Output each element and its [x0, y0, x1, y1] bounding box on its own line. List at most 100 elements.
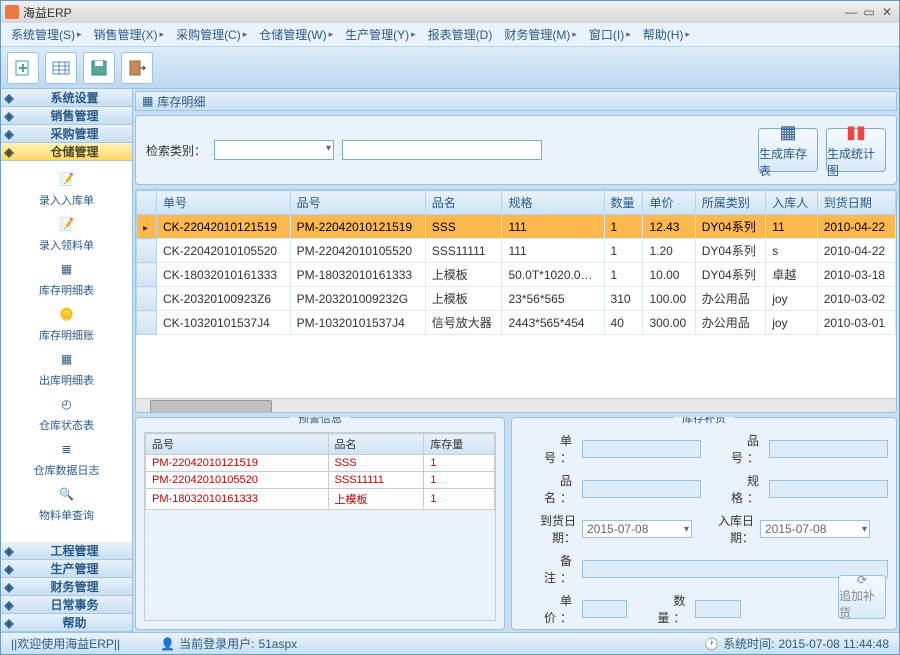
sidebar-header-财务管理[interactable]: ◈财务管理: [1, 578, 132, 596]
table-row[interactable]: CK-10320101537J4PM-10320101537J4信号放大器244…: [137, 311, 896, 335]
sidebar-header-销售管理[interactable]: ◈销售管理: [1, 107, 132, 125]
beizhu-label: 备 注：: [520, 552, 576, 586]
menu-item-7[interactable]: 窗口(I)▸: [583, 26, 637, 43]
sidebar-item-仓库数据日志[interactable]: ≣仓库数据日志: [34, 437, 100, 478]
table-row[interactable]: CK-20320100923Z6PM-203201009232G上模板23*56…: [137, 287, 896, 311]
sidebar-header-生产管理[interactable]: ◈生产管理: [1, 560, 132, 578]
menu-item-0[interactable]: 系统管理(S)▸: [5, 26, 88, 43]
search-text-input[interactable]: [342, 140, 542, 160]
main-panel: ▦ 库存明细 检索类别： ▦ 生成库存表 ▮▮ 生成统计图 单号品号品名规格数量…: [133, 89, 899, 632]
daohuo-label: 到货日期：: [520, 512, 576, 546]
price-input[interactable]: [582, 600, 627, 618]
sidebar-item-仓库状态表[interactable]: ◴仓库状态表: [39, 392, 94, 433]
table-row[interactable]: CK-22042010105520PM-22042010105520SSS111…: [137, 239, 896, 263]
menu-item-1[interactable]: 销售管理(X)▸: [88, 26, 171, 43]
status-bar: ||欢迎使用海益ERP|| 👤 当前登录用户: 51aspx 🕐 系统时间: 2…: [1, 632, 899, 654]
sidebar-header-采购管理[interactable]: ◈采购管理: [1, 125, 132, 143]
toolbar-exit-button[interactable]: [121, 52, 153, 84]
grid-icon: ▦: [53, 347, 81, 371]
search-type-combo[interactable]: [214, 140, 334, 160]
toolbar-new-button[interactable]: [7, 52, 39, 84]
add-restock-button[interactable]: ⟳ 追加补货: [838, 575, 886, 619]
pinming-input[interactable]: [582, 480, 701, 498]
danhao-input[interactable]: [582, 440, 701, 458]
app-icon: [5, 5, 19, 19]
panel-title-bar: ▦ 库存明细: [135, 91, 897, 111]
table-row[interactable]: CK-22042010121519PM-22042010121519SSS111…: [137, 215, 896, 239]
sidebar-item-库存明细账[interactable]: 🪙库存明细账: [39, 302, 94, 343]
sidebar-item-录入入库单[interactable]: 📝录入入库单: [39, 167, 94, 208]
col-到货日期[interactable]: 到货日期: [817, 191, 895, 215]
pinhao-input[interactable]: [769, 440, 888, 458]
menu-item-5[interactable]: 报表管理(D): [422, 26, 499, 43]
toolbar: [1, 47, 899, 89]
grid-header-row: 单号品号品名规格数量单价所属类别入库人到货日期: [137, 191, 896, 215]
menu-item-4[interactable]: 生产管理(Y)▸: [339, 26, 422, 43]
toolbar-table-button[interactable]: [45, 52, 77, 84]
arrival-date-picker[interactable]: 2015-07-08: [582, 520, 692, 538]
minimize-button[interactable]: —: [843, 5, 859, 19]
sidebar-item-库存明细表[interactable]: ▦库存明细表: [39, 257, 94, 298]
col-品名[interactable]: 品名: [425, 191, 502, 215]
col-单号[interactable]: 单号: [157, 191, 291, 215]
menu-item-2[interactable]: 采购管理(C)▸: [170, 26, 253, 43]
col-所属类别[interactable]: 所属类别: [695, 191, 765, 215]
sidebar-header-工程管理[interactable]: ◈工程管理: [1, 542, 132, 560]
generate-table-button[interactable]: ▦ 生成库存表: [758, 128, 818, 172]
alert-row[interactable]: PM-22042010121519SSS1: [146, 455, 495, 472]
alert-title: 预警信息: [290, 417, 350, 426]
pinhao-label: 品 号：: [707, 432, 763, 466]
status-time: 2015-07-08 11:44:48: [778, 637, 889, 651]
col-入库人[interactable]: 入库人: [766, 191, 818, 215]
status-user-label: 当前登录用户:: [179, 635, 254, 652]
inventory-grid: 单号品号品名规格数量单价所属类别入库人到货日期CK-22042010121519…: [135, 189, 897, 413]
horizontal-scrollbar[interactable]: [136, 398, 896, 412]
doc-edit-icon: 📝: [53, 212, 81, 236]
clock-icon: 🕐: [704, 637, 719, 651]
toolbar-save-button[interactable]: [83, 52, 115, 84]
bottom-row: 预警信息 品号品名库存量PM-22042010121519SSS1PM-2204…: [135, 417, 897, 630]
sidebar-header-帮助[interactable]: ◈帮助: [1, 614, 132, 632]
pinming-label: 品 名：: [520, 472, 576, 506]
grid-icon: ▦: [53, 257, 81, 281]
maximize-button[interactable]: ▭: [861, 5, 877, 19]
app-window: 海益ERP — ▭ ✕ 系统管理(S)▸销售管理(X)▸采购管理(C)▸仓储管理…: [0, 0, 900, 655]
col-单价[interactable]: 单价: [643, 191, 695, 215]
guige-input[interactable]: [769, 480, 888, 498]
sidebar: ◈系统设置◈销售管理◈采购管理◈仓储管理 📝录入入库单📝录入领料单▦库存明细表🪙…: [1, 89, 133, 632]
alert-groupbox: 预警信息 品号品名库存量PM-22042010121519SSS1PM-2204…: [135, 417, 505, 630]
guige-label: 规 格：: [707, 472, 763, 506]
status-welcome: ||欢迎使用海益ERP||: [11, 635, 120, 652]
sidebar-header-仓储管理[interactable]: ◈仓储管理: [1, 143, 132, 161]
table-row[interactable]: CK-18032010161333PM-18032010161333上模板50.…: [137, 263, 896, 287]
menu-item-6[interactable]: 财务管理(M)▸: [498, 26, 583, 43]
col-品号[interactable]: 品号: [290, 191, 425, 215]
sidebar-header-日常事务[interactable]: ◈日常事务: [1, 596, 132, 614]
alert-row[interactable]: PM-22042010105520SSS111111: [146, 472, 495, 489]
stock-date-picker[interactable]: 2015-07-08: [760, 520, 870, 538]
close-button[interactable]: ✕: [879, 5, 895, 19]
shuliang-label: 数 量：: [633, 592, 689, 626]
menu-bar: 系统管理(S)▸销售管理(X)▸采购管理(C)▸仓储管理(W)▸生产管理(Y)▸…: [1, 23, 899, 47]
chart-icon: ▮▮: [846, 122, 866, 143]
col-数量[interactable]: 数量: [604, 191, 643, 215]
danjia-label: 单 价：: [520, 592, 576, 626]
generate-chart-button[interactable]: ▮▮ 生成统计图: [826, 128, 886, 172]
grid-icon: ▦: [779, 122, 796, 143]
sidebar-header-系统设置[interactable]: ◈系统设置: [1, 89, 132, 107]
search-type-label: 检索类别：: [146, 142, 206, 159]
panel-title: 库存明细: [157, 93, 205, 110]
pie-icon: ◴: [53, 392, 81, 416]
menu-item-3[interactable]: 仓储管理(W)▸: [253, 26, 339, 43]
sidebar-item-出库明细表[interactable]: ▦出库明细表: [39, 347, 94, 388]
sidebar-item-物料单查询[interactable]: 🔍物料单查询: [39, 482, 94, 523]
alert-row[interactable]: PM-18032010161333上模板1: [146, 489, 495, 510]
search-icon: 🔍: [53, 482, 81, 506]
sidebar-item-录入领料单[interactable]: 📝录入领料单: [39, 212, 94, 253]
col-规格[interactable]: 规格: [502, 191, 604, 215]
alert-grid: 品号品名库存量PM-22042010121519SSS1PM-220420101…: [145, 433, 495, 510]
title-bar: 海益ERP — ▭ ✕: [1, 1, 899, 23]
user-icon: 👤: [160, 637, 175, 651]
qty-input[interactable]: [695, 600, 740, 618]
menu-item-8[interactable]: 帮助(H)▸: [637, 26, 696, 43]
